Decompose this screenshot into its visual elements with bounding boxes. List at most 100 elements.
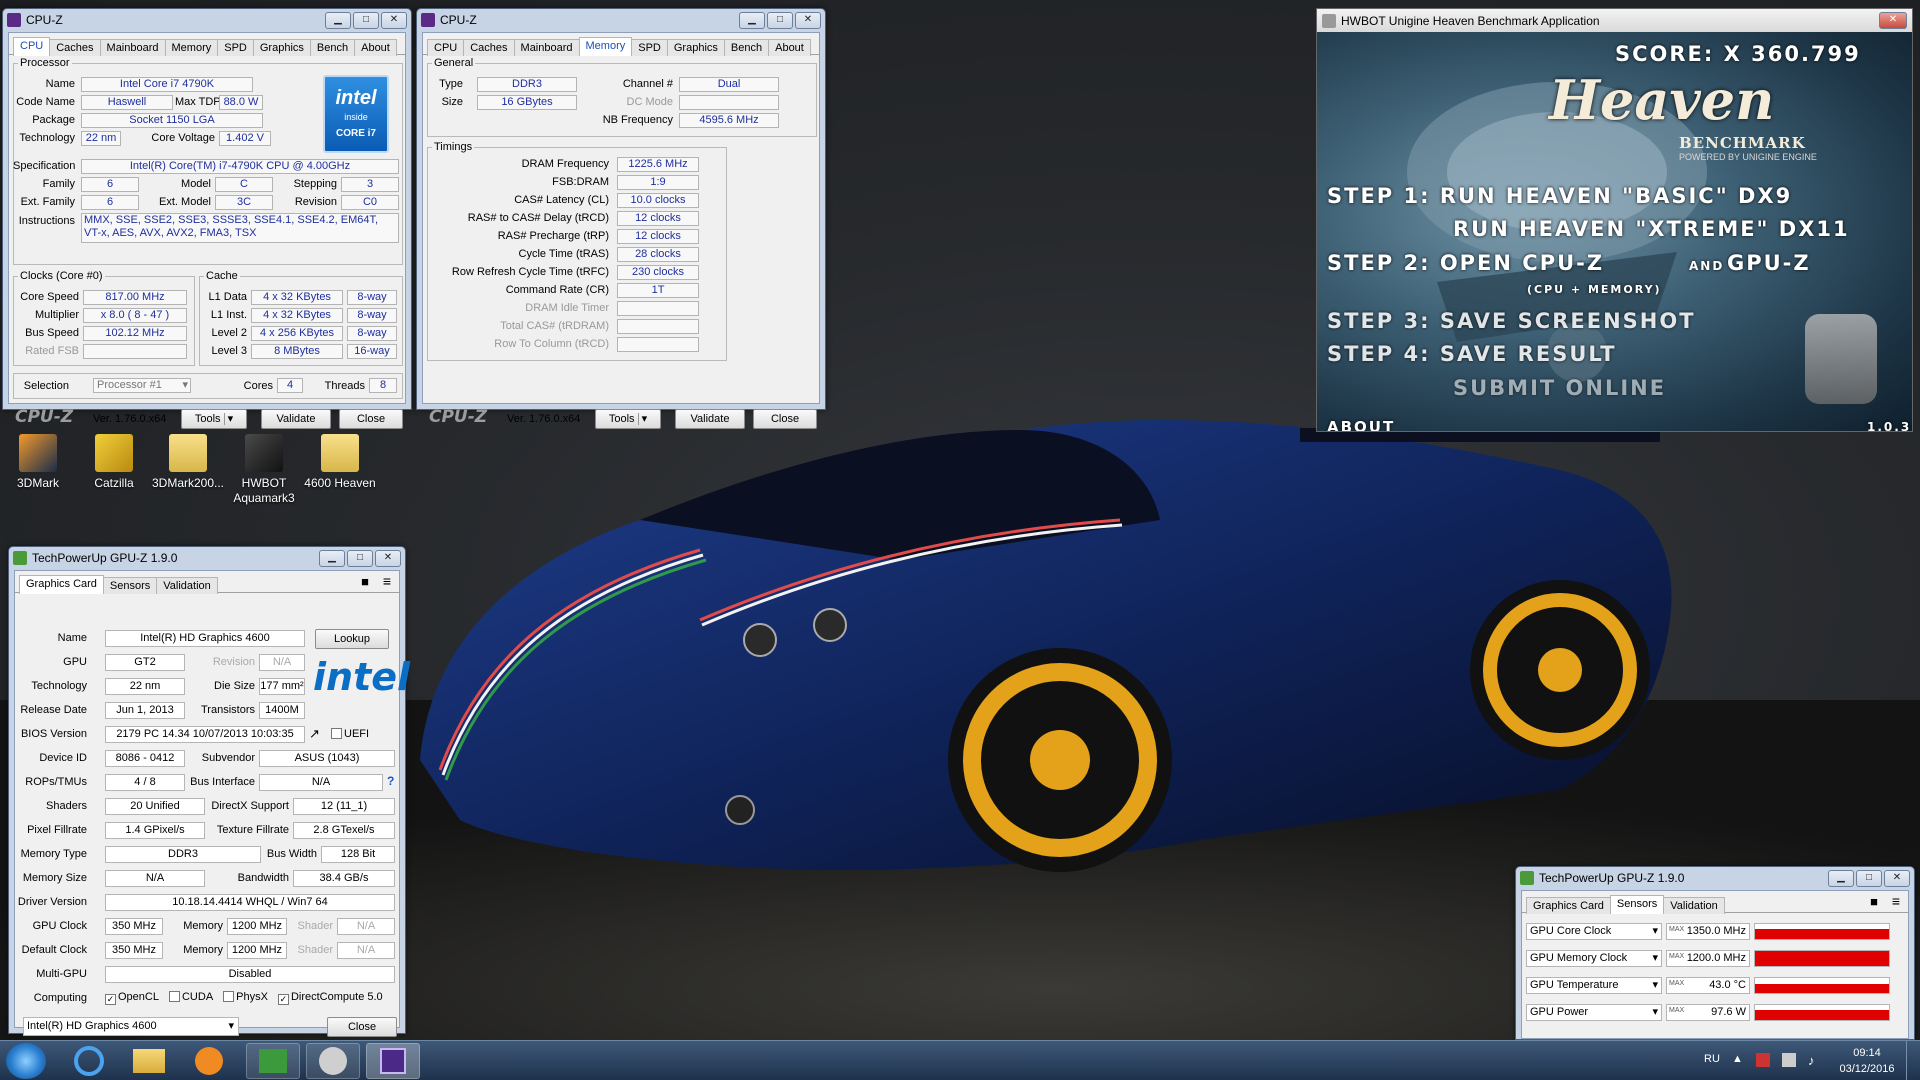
close-window-button[interactable]: ✕ xyxy=(795,11,821,29)
validate-button[interactable]: Validate xyxy=(675,409,745,429)
close-window-button[interactable]: ✕ xyxy=(1879,12,1907,29)
validate-button[interactable]: Validate xyxy=(261,409,331,429)
step4-save-button[interactable]: STEP 4: SAVE RESULT xyxy=(1327,342,1617,366)
cpuz-icon xyxy=(380,1048,406,1074)
taskbar-cpuz[interactable] xyxy=(366,1043,420,1079)
help-icon[interactable]: ? xyxy=(387,774,394,788)
submit-online-button[interactable]: SUBMIT ONLINE xyxy=(1453,376,1666,400)
desktop-icon-3dmark[interactable]: 3DMark xyxy=(0,434,76,491)
taskbar-explorer[interactable] xyxy=(122,1043,176,1079)
tab-graphics[interactable]: Graphics xyxy=(666,39,725,56)
lookup-button[interactable]: Lookup xyxy=(315,629,389,649)
technology-value: 22 nm xyxy=(81,131,121,146)
maximize-button[interactable]: □ xyxy=(347,549,373,567)
tools-button[interactable]: Tools ▾ xyxy=(181,409,247,429)
about-button[interactable]: ABOUT xyxy=(1327,418,1395,431)
tab-spd[interactable]: SPD xyxy=(217,39,254,56)
sensor-select[interactable]: GPU Power ▾ xyxy=(1526,1004,1662,1021)
share-icon[interactable]: ↗ xyxy=(309,726,320,742)
titlebar: CPU-Z ▁ □ ✕ xyxy=(3,9,411,31)
step1-xtreme-button[interactable]: RUN HEAVEN "XTREME" DX11 xyxy=(1453,217,1850,241)
tray-expand-icon[interactable]: ▲ xyxy=(1732,1053,1743,1065)
dcmode-label: DC Mode xyxy=(626,96,673,108)
maxtdp-value: 88.0 W xyxy=(219,95,263,110)
tab-caches[interactable]: Caches xyxy=(49,39,101,56)
tray-flag-icon[interactable] xyxy=(1756,1053,1770,1067)
close-window-button[interactable]: ✕ xyxy=(375,549,401,567)
deviceid-label: Device ID xyxy=(39,752,87,764)
tab-cpu[interactable]: CPU xyxy=(13,37,51,56)
sensor-label: GPU Power xyxy=(1530,1006,1589,1018)
step1-basic-button[interactable]: STEP 1: RUN HEAVEN "BASIC" DX9 xyxy=(1327,184,1792,208)
close-button[interactable]: Close xyxy=(327,1017,397,1037)
sensor-value: MAX 97.6 W xyxy=(1666,1004,1750,1021)
step3-screenshot-button[interactable]: STEP 3: SAVE SCREENSHOT xyxy=(1327,309,1696,333)
uefi-checkbox[interactable]: UEFI xyxy=(331,728,369,740)
tab-validation[interactable]: Validation xyxy=(156,577,218,594)
start-button[interactable] xyxy=(6,1043,46,1079)
menu-icon[interactable]: ≡ xyxy=(1892,893,1900,909)
device-select[interactable]: Intel(R) HD Graphics 4600 ▾ xyxy=(23,1017,239,1036)
sensor-select[interactable]: GPU Core Clock ▾ xyxy=(1526,923,1662,940)
tab-validation[interactable]: Validation xyxy=(1663,897,1725,914)
taskbar-heaven[interactable] xyxy=(306,1043,360,1079)
chevron-down-icon: ▾ xyxy=(1652,952,1658,964)
tab-sensors[interactable]: Sensors xyxy=(1609,895,1665,914)
tab-memory[interactable]: Memory xyxy=(164,39,219,56)
volume-icon[interactable]: ♪ xyxy=(1808,1053,1815,1068)
tab-about[interactable]: About xyxy=(354,39,397,56)
camera-icon[interactable]: ■ xyxy=(1870,894,1878,909)
minimize-button[interactable]: ▁ xyxy=(739,11,765,29)
businterface-value: N/A xyxy=(259,774,383,791)
step2-gpuz-button[interactable]: GPU-Z xyxy=(1727,251,1811,275)
sensor-select[interactable]: GPU Memory Clock ▾ xyxy=(1526,950,1662,967)
sensor-select[interactable]: GPU Temperature ▾ xyxy=(1526,977,1662,994)
minimize-button[interactable]: ▁ xyxy=(325,11,351,29)
tab-graphics-card[interactable]: Graphics Card xyxy=(1526,897,1611,914)
processor-select[interactable]: Processor #1 ▾ xyxy=(93,378,191,393)
tab-caches[interactable]: Caches xyxy=(463,39,515,56)
desktop-icon-4600-heaven[interactable]: 4600 Heaven xyxy=(302,434,378,491)
desktop-icon-catzilla[interactable]: Catzilla xyxy=(76,434,152,491)
tab-graphics[interactable]: Graphics xyxy=(252,39,311,56)
gpuclock-value: 350 MHz xyxy=(105,918,163,935)
computing-checkbox[interactable]: PhysX xyxy=(223,991,268,1005)
heaven-launcher-panel: SCORE: X 360.799 Heaven BENCHMARK POWERE… xyxy=(1317,32,1912,431)
tab-sensors[interactable]: Sensors xyxy=(102,577,158,594)
maximize-button[interactable]: □ xyxy=(353,11,379,29)
tab-mainboard[interactable]: Mainboard xyxy=(513,39,580,56)
minimize-button[interactable]: ▁ xyxy=(1828,869,1854,887)
camera-icon[interactable]: ■ xyxy=(361,574,369,589)
language-indicator[interactable]: RU xyxy=(1704,1053,1720,1065)
show-desktop-button[interactable] xyxy=(1906,1041,1920,1080)
close-button[interactable]: Close xyxy=(339,409,403,429)
desktop-icon-3dmark2001[interactable]: 3DMark200... xyxy=(150,434,226,491)
tab-about[interactable]: About xyxy=(768,39,811,56)
taskbar-internet-explorer[interactable] xyxy=(62,1043,116,1079)
tab-spd[interactable]: SPD xyxy=(631,39,668,56)
tab-bench[interactable]: Bench xyxy=(723,39,770,56)
tab-graphics-card[interactable]: Graphics Card xyxy=(19,575,104,594)
tab-cpu[interactable]: CPU xyxy=(427,39,465,56)
taskbar-media-player[interactable] xyxy=(182,1043,236,1079)
close-window-button[interactable]: ✕ xyxy=(1884,869,1910,887)
tab-memory[interactable]: Memory xyxy=(578,37,633,56)
computing-checkbox[interactable]: ✓ OpenCL xyxy=(105,991,159,1005)
computing-checkbox[interactable]: ✓ DirectCompute 5.0 xyxy=(277,991,383,1005)
clock[interactable]: 09:14 03/12/2016 xyxy=(1834,1045,1900,1077)
taskbar-gpuz[interactable] xyxy=(246,1043,300,1079)
menu-icon[interactable]: ≡ xyxy=(383,573,391,589)
close-window-button[interactable]: ✕ xyxy=(381,11,407,29)
tab-mainboard[interactable]: Mainboard xyxy=(99,39,166,56)
maximize-button[interactable]: □ xyxy=(767,11,793,29)
tools-button[interactable]: Tools ▾ xyxy=(595,409,661,429)
desktop-icon-aquamark3[interactable]: HWBOT Aquamark3 xyxy=(226,434,302,506)
minimize-button[interactable]: ▁ xyxy=(319,549,345,567)
close-button[interactable]: Close xyxy=(753,409,817,429)
tab-bench[interactable]: Bench xyxy=(309,39,356,56)
maximize-button[interactable]: □ xyxy=(1856,869,1882,887)
computing-checkbox[interactable]: CUDA xyxy=(168,991,213,1005)
step2-cpuz-button[interactable]: STEP 2: OPEN CPU-Z xyxy=(1327,251,1604,275)
tray-network-icon[interactable] xyxy=(1782,1053,1796,1067)
sensor-max-prefix: MAX xyxy=(1669,953,1685,960)
